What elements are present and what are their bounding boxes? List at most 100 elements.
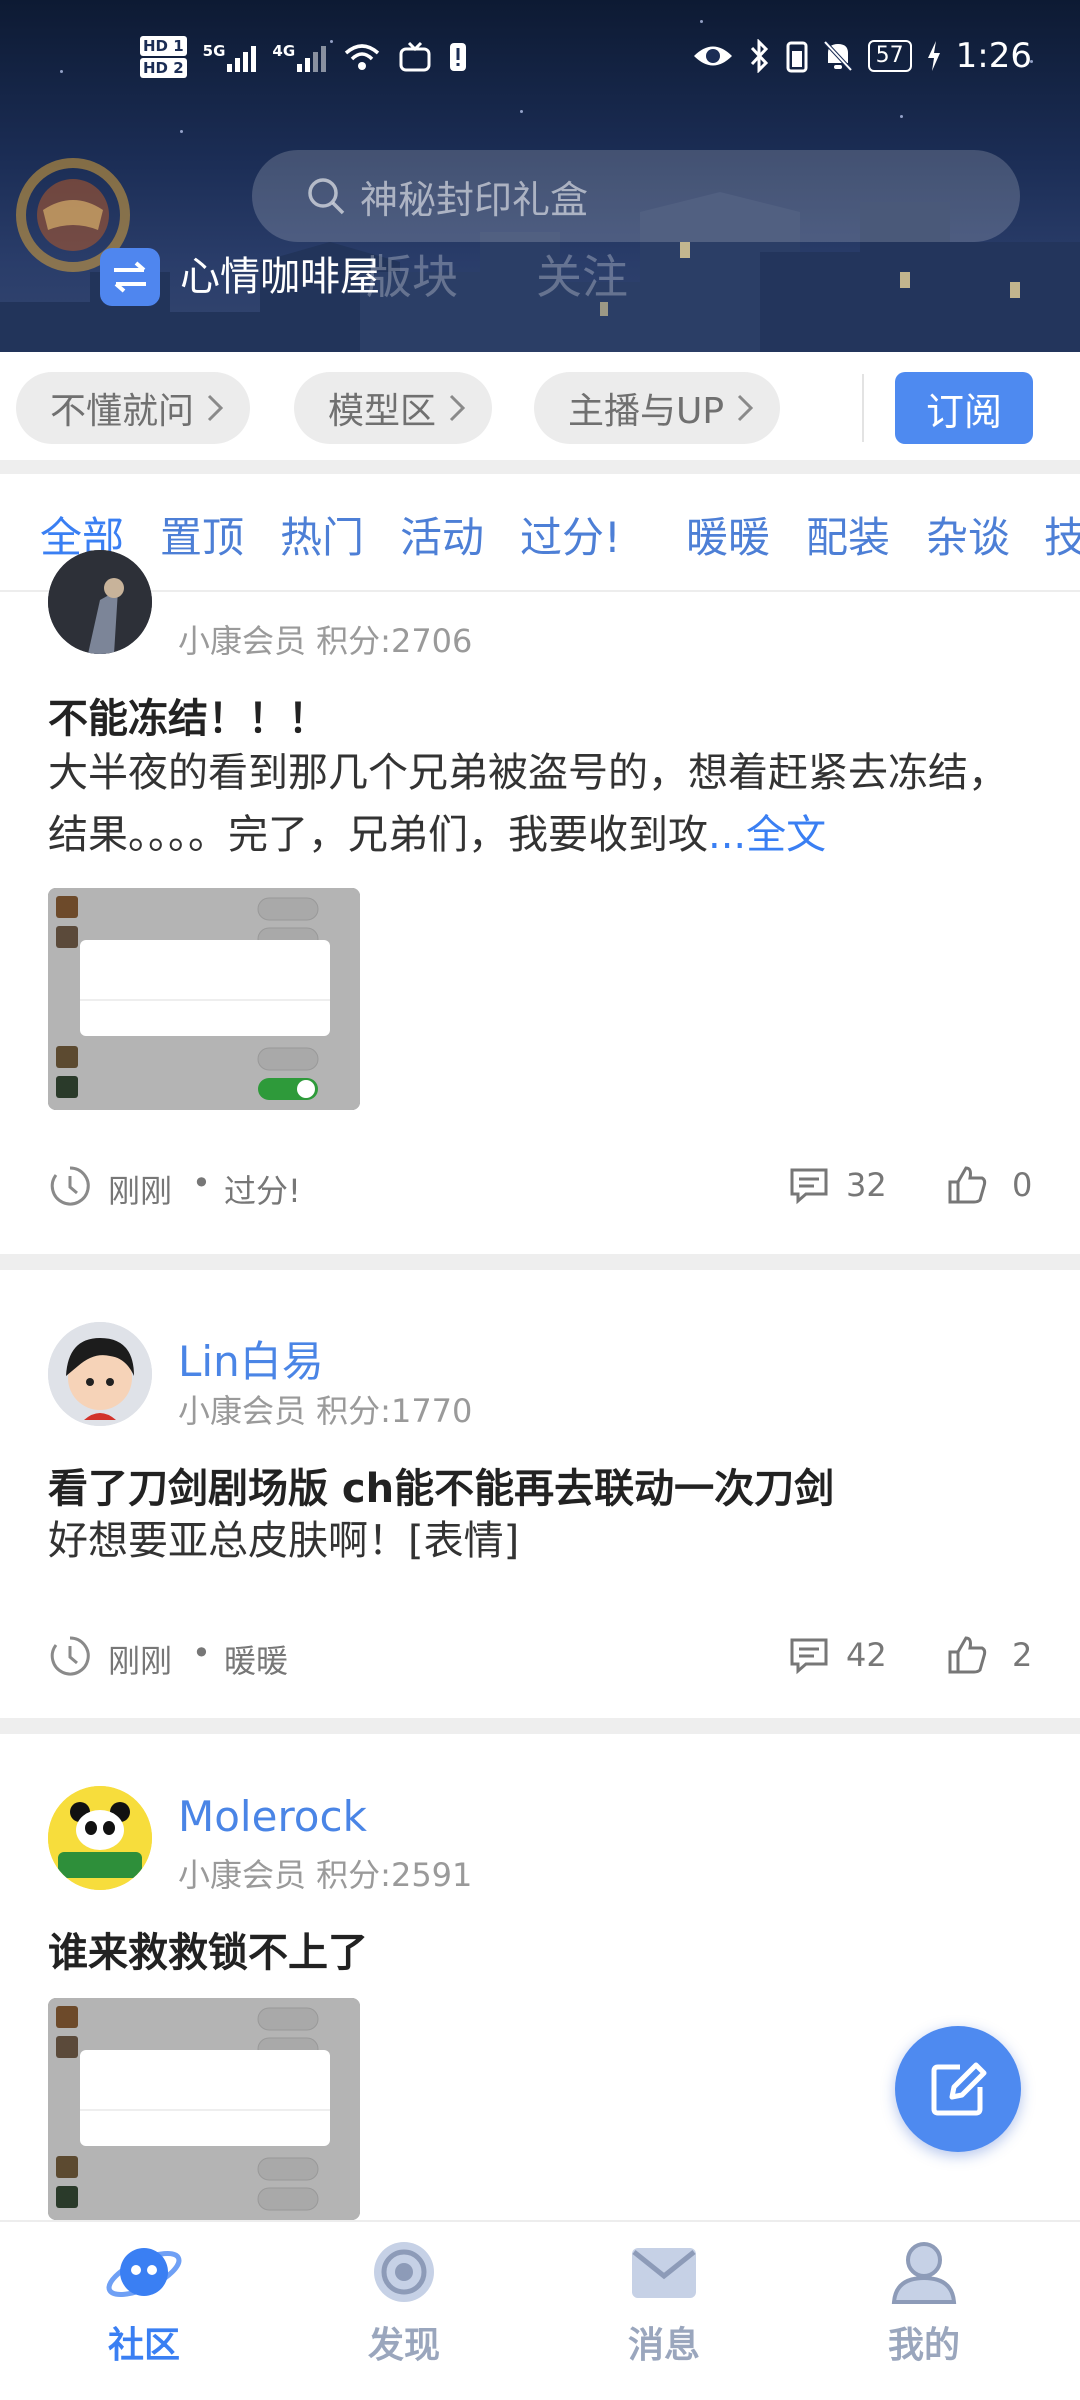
status-right: 57 1:26 [692,36,1032,76]
like-count: 0 [1012,1166,1033,1204]
avatar[interactable] [48,1786,152,1890]
phone-battery-icon [786,41,808,73]
board-header: HD 1 HD 2 5G 4G 57 1:26 神秘封印礼盒 心情咖啡屋 版块 … [0,0,1080,352]
chip-label: 模型区 [328,391,437,432]
eye-icon [693,46,732,66]
status-bar: HD 1 HD 2 5G 4G 57 1:26 [0,30,1080,100]
post-time: 刚刚 [108,1642,173,1680]
like-icon[interactable] [946,1634,990,1676]
clock: 1:26 [955,36,1032,76]
nav-label: 消息 [627,2325,700,2366]
bottom-nav: 社区 发现 消息 我的 [0,2220,1080,2400]
post-footer: 刚刚 • 过分! 32 0 [48,1158,1032,1214]
search-icon [308,178,345,215]
chip-label: 主播与UP [568,391,725,432]
community-icon [106,2248,182,2297]
signal-4g: 4G [272,42,327,72]
board-name[interactable]: 心情咖啡屋 [180,248,380,306]
avatar[interactable] [48,1322,152,1426]
mute-bell-icon [823,40,853,72]
post-footer: 刚刚 • 暖暖 42 2 [48,1628,1032,1684]
post-body: 大半夜的看到那几个兄弟被盗号的，想着赶紧去冻结，结果。。。。完了，兄弟们，我要收… [48,742,1038,866]
hd1-badge: HD 1 [140,36,187,56]
comment-icon[interactable] [788,1634,830,1676]
category-events[interactable]: 活动 [400,504,484,565]
comment-count: 32 [846,1166,887,1204]
tab-follow[interactable]: 关注 [536,244,628,310]
edit-icon [931,2062,987,2116]
net2-label: 4G [272,42,296,60]
signal-bars-icon [297,42,327,72]
chip-label: 不懂就问 [50,391,195,432]
chip-models[interactable]: 模型区 [294,372,493,444]
avatar-image [48,1786,152,1890]
clock-icon [50,1636,90,1676]
tab-boards[interactable]: 版块 [366,244,458,310]
discover-icon [374,2242,434,2302]
separator-dot: • [192,1634,211,1672]
like-count: 2 [1012,1636,1033,1674]
nav-label: 发现 [367,2325,440,2366]
nav-label: 社区 [107,2325,180,2366]
nav-community[interactable]: 社区 [44,2236,244,2368]
category-gear[interactable]: 配装 [806,504,890,565]
post-card[interactable]: Molerock 小康会员 积分:2591 谁来救救锁不上了 [0,1734,1080,2220]
chevron-right-icon [449,394,466,422]
chevron-right-icon [738,394,754,422]
comment-count: 42 [846,1636,887,1674]
username[interactable]: Molerock [178,1792,367,1841]
signal-bars-icon [227,42,257,72]
post-card[interactable]: 小康会员 积分:2706 不能冻结！！！ 大半夜的看到那几个兄弟被盗号的，想着赶… [0,550,1080,1254]
search-placeholder: 神秘封印礼盒 [360,177,589,222]
category-tech[interactable]: 技 [1044,504,1080,565]
profile-icon [891,2242,957,2304]
category-chat[interactable]: 杂谈 [926,504,1010,565]
user-meta: 小康会员 积分:2706 [178,622,473,660]
comment-icon[interactable] [788,1164,830,1206]
read-more-link[interactable]: ...全文 [708,812,826,858]
chip-faq[interactable]: 不懂就问 [16,372,251,444]
post-time: 刚刚 [108,1172,173,1210]
charging-icon [927,41,940,71]
alert-icon [450,43,467,71]
post-body: 好想要亚总皮肤啊！[表情] [48,1518,520,1564]
battery-level: 57 [867,40,912,72]
compose-button[interactable] [895,2026,1021,2152]
subscribe-button[interactable]: 订阅 [895,372,1033,444]
clock-icon [50,1166,90,1206]
avatar[interactable] [48,550,152,654]
avatar-image [48,1322,152,1426]
username[interactable]: Lin白易 [178,1328,324,1389]
hd2-badge: HD 2 [140,58,187,78]
bluetooth-icon [750,39,768,73]
post-category[interactable]: 过分! [224,1166,301,1212]
post-title: 看了刀剑剧场版 ch能不能再去联动一次刀剑 [48,1466,835,1512]
separator-dot: • [192,1164,211,1202]
post-card[interactable]: Lin白易 小康会员 积分:1770 看了刀剑剧场版 ch能不能再去联动一次刀剑… [0,1270,1080,1718]
category-tabs: 全部 置顶 热门 活动 过分! 暖暖 配装 杂谈 技 [0,474,1080,592]
nav-discover[interactable]: 发现 [304,2236,504,2368]
tv-icon [399,41,431,72]
category-too-much[interactable]: 过分! [520,504,621,565]
screenshot-thumbnail [48,1998,360,2220]
chip-streamers[interactable]: 主播与UP [534,372,781,444]
category-nuannuan[interactable]: 暖暖 [686,504,770,565]
nav-messages[interactable]: 消息 [564,2236,764,2368]
category-hot[interactable]: 热门 [280,504,364,565]
switch-board-button[interactable] [100,248,160,306]
search-bar[interactable]: 神秘封印礼盒 [252,150,1020,242]
screenshot-thumbnail [48,888,360,1110]
post-title: 不能冻结！！！ [48,696,328,742]
divider [0,1718,1080,1734]
nav-label: 我的 [887,2325,960,2366]
like-icon[interactable] [946,1164,990,1206]
nav-profile[interactable]: 我的 [824,2236,1024,2368]
post-category[interactable]: 暖暖 [224,1636,288,1682]
divider [0,1254,1080,1270]
post-image[interactable] [48,1998,360,2220]
signal-5g: 5G [203,42,257,72]
post-image[interactable] [48,888,360,1110]
category-pinned[interactable]: 置顶 [160,504,244,565]
chevron-right-icon [207,394,224,422]
post-title: 谁来救救锁不上了 [48,1930,368,1976]
